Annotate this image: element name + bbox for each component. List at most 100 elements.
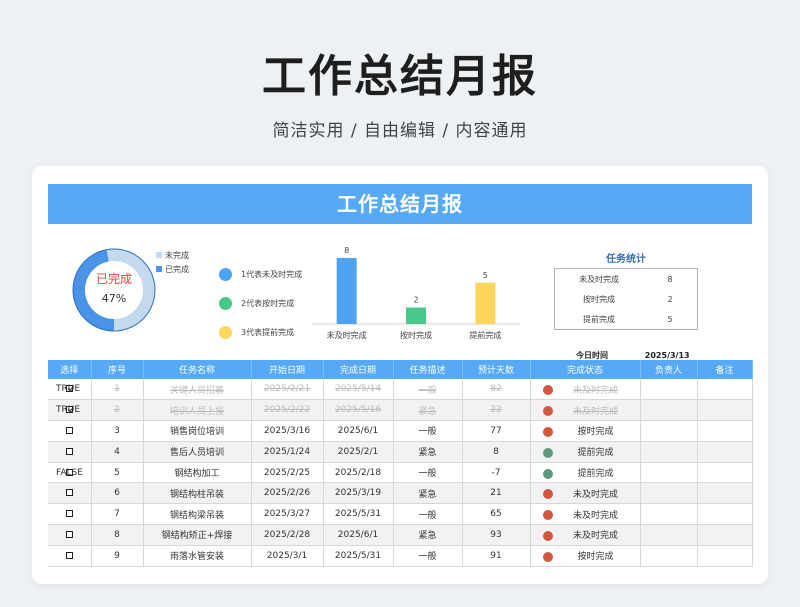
cell-note[interactable] xyxy=(697,462,753,484)
cell-description[interactable]: 紧急 xyxy=(393,399,463,422)
col-header: 开始日期 xyxy=(251,360,324,379)
legend-label: 已完成 xyxy=(165,264,189,274)
cell-end-date[interactable]: 2025/6/1 xyxy=(323,524,394,546)
cell-task-name[interactable]: 销售岗位培训 xyxy=(143,420,252,442)
select-checkbox[interactable] xyxy=(65,551,73,559)
bar-value-label: 5 xyxy=(483,271,488,280)
cell-end-date[interactable]: 2025/5/31 xyxy=(323,545,394,567)
cell-start-date[interactable]: 2025/3/16 xyxy=(251,420,324,442)
cell-start-date[interactable]: 2025/1/24 xyxy=(251,441,324,463)
stats-label: 未及时完成 xyxy=(579,274,619,284)
cell-description[interactable]: 一般 xyxy=(393,379,463,401)
cell-owner[interactable] xyxy=(640,545,698,567)
cell-owner[interactable] xyxy=(640,503,698,526)
cell-task-name[interactable]: 雨落水管安装 xyxy=(143,545,252,567)
cell-status: 未及时完成 xyxy=(530,524,641,546)
select-cell[interactable]: TRUE xyxy=(48,379,92,401)
stats-row: 按时完成 2 xyxy=(555,289,697,309)
select-cell[interactable]: FALSE xyxy=(48,462,92,484)
cell-task-name[interactable]: 关键人员招募 xyxy=(143,379,252,401)
cell-end-date[interactable]: 2025/5/14 xyxy=(323,379,394,401)
cell-note[interactable] xyxy=(697,503,753,526)
select-cell[interactable] xyxy=(48,545,92,567)
cell-start-date[interactable]: 2025/2/21 xyxy=(251,379,324,401)
cell-start-date[interactable]: 2025/2/28 xyxy=(251,524,324,546)
cell-owner[interactable] xyxy=(640,462,698,484)
cell-description[interactable]: 一般 xyxy=(393,462,463,484)
status-text: 按时完成 xyxy=(577,552,614,563)
cell-description[interactable]: 紧急 xyxy=(393,524,463,546)
cell-description[interactable]: 紧急 xyxy=(393,441,463,463)
cell-end-date[interactable]: 2025/3/19 xyxy=(323,482,394,505)
select-checkbox[interactable] xyxy=(65,447,73,455)
table-row: 3 销售岗位培训 2025/3/16 2025/6/1 一般 77 按时完成 xyxy=(48,420,753,442)
cell-owner[interactable] xyxy=(640,399,698,422)
cell-note[interactable] xyxy=(697,545,753,567)
cell-end-date[interactable]: 2025/2/1 xyxy=(323,441,394,463)
cell-end-date[interactable]: 2025/5/31 xyxy=(323,503,394,526)
cell-start-date[interactable]: 2025/3/1 xyxy=(251,545,324,567)
cell-end-date[interactable]: 2025/6/1 xyxy=(323,420,394,442)
cell-status: 按时完成 xyxy=(530,545,641,567)
select-cell[interactable] xyxy=(48,420,92,442)
cell-note[interactable] xyxy=(697,441,753,463)
col-header: 完成状态 xyxy=(530,360,641,379)
cell-note[interactable] xyxy=(697,420,753,442)
cell-days: 21 xyxy=(462,482,531,505)
cell-owner[interactable] xyxy=(640,379,698,401)
report-card: 工作总结月报 已完成 47% 未完成 已完成 1代表未及时完成 2代表按时完成 … xyxy=(32,166,768,584)
cell-start-date[interactable]: 2025/2/26 xyxy=(251,482,324,505)
cell-note[interactable] xyxy=(697,379,753,401)
table-header-row: 选择 序号 任务名称 开始日期 完成日期 任务描述 预计天数 完成状态 负责人 … xyxy=(48,360,753,379)
cell-description[interactable]: 一般 xyxy=(393,545,463,567)
report-banner: 工作总结月报 xyxy=(48,184,752,224)
select-cell[interactable] xyxy=(48,503,92,526)
select-checkbox[interactable] xyxy=(65,510,73,518)
cell-owner[interactable] xyxy=(640,482,698,505)
cell-end-date[interactable]: 2025/5/16 xyxy=(323,399,394,422)
table-row: 9 雨落水管安装 2025/3/1 2025/5/31 一般 91 按时完成 xyxy=(48,545,753,567)
cell-start-date[interactable]: 2025/3/27 xyxy=(251,503,324,526)
bar-value-label: 2 xyxy=(413,296,418,305)
cell-task-name[interactable]: 钢结构矫正+焊接 xyxy=(143,524,252,546)
status-text: 未及时完成 xyxy=(572,406,618,417)
cell-days: 91 xyxy=(462,545,531,567)
col-header: 选择 xyxy=(48,360,92,379)
cell-task-name[interactable]: 钢结构柱吊装 xyxy=(143,482,252,505)
stats-value: 8 xyxy=(667,274,673,284)
code-legend-item: 1代表未及时完成 xyxy=(219,260,302,289)
select-cell[interactable] xyxy=(48,524,92,546)
cell-note[interactable] xyxy=(697,482,753,505)
cell-start-date[interactable]: 2025/2/25 xyxy=(251,462,324,484)
cell-task-name[interactable]: 培训人员上报 xyxy=(143,399,252,422)
status-text: 未及时完成 xyxy=(572,385,618,396)
status-bar-chart: 8 未及时完成 2 按时完成 5 提前完成 xyxy=(312,246,520,340)
select-cell[interactable] xyxy=(48,441,92,463)
category-tick-label: 提前完成 xyxy=(469,330,501,340)
category-tick-label: 未及时完成 xyxy=(327,330,367,340)
cell-description[interactable]: 一般 xyxy=(393,420,463,442)
cell-note[interactable] xyxy=(697,524,753,546)
donut-legend: 未完成 已完成 xyxy=(156,248,189,276)
cell-owner[interactable] xyxy=(640,524,698,546)
cell-task-name[interactable]: 钢结构加工 xyxy=(143,462,252,484)
cell-description[interactable]: 一般 xyxy=(393,503,463,526)
cell-owner[interactable] xyxy=(640,420,698,442)
cell-owner[interactable] xyxy=(640,441,698,463)
cell-no: 7 xyxy=(91,503,144,526)
donut-legend-item: 未完成 xyxy=(156,248,189,262)
stats-title: 任务统计 xyxy=(606,254,646,265)
cell-status: 提前完成 xyxy=(530,441,641,463)
cell-status: 提前完成 xyxy=(530,462,641,484)
select-checkbox[interactable] xyxy=(65,426,73,434)
cell-end-date[interactable]: 2025/2/18 xyxy=(323,462,394,484)
select-cell[interactable] xyxy=(48,482,92,505)
cell-task-name[interactable]: 售后人员培训 xyxy=(143,441,252,463)
select-cell[interactable]: TRUE xyxy=(48,399,92,422)
select-checkbox[interactable] xyxy=(65,530,73,538)
cell-task-name[interactable]: 钢结构梁吊装 xyxy=(143,503,252,526)
cell-description[interactable]: 紧急 xyxy=(393,482,463,505)
cell-start-date[interactable]: 2025/2/22 xyxy=(251,399,324,422)
select-checkbox[interactable] xyxy=(65,489,73,497)
cell-note[interactable] xyxy=(697,399,753,422)
